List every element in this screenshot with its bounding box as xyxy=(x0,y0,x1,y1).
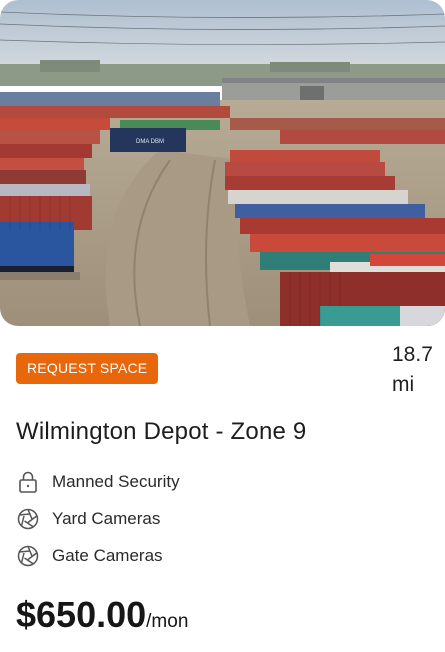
price: $650.00/mon xyxy=(16,594,188,636)
request-space-button[interactable]: REQUEST SPACE xyxy=(16,353,159,384)
feature-label: Manned Security xyxy=(52,471,180,491)
distance-unit: mi xyxy=(392,373,415,396)
depot-photo: DMA DBM xyxy=(0,0,445,326)
camera-aperture-icon xyxy=(16,544,40,568)
price-amount: $650.00 xyxy=(16,594,147,635)
feature-item-yard-cameras: Yard Cameras xyxy=(16,500,180,537)
lock-icon xyxy=(16,470,40,494)
feature-label: Gate Cameras xyxy=(52,545,163,565)
distance: 18.7 mi xyxy=(392,340,440,400)
feature-item-manned-security: Manned Security xyxy=(16,463,180,500)
feature-label: Yard Cameras xyxy=(52,508,161,528)
camera-aperture-icon xyxy=(16,507,40,531)
feature-list: Manned Security Yard Cameras Gate Camera… xyxy=(16,463,180,574)
distance-value: 18.7 xyxy=(392,343,433,366)
listing-title: Wilmington Depot - Zone 9 xyxy=(16,418,307,445)
feature-item-gate-cameras: Gate Cameras xyxy=(16,537,180,574)
trailer-text: DMA DBM xyxy=(136,139,164,145)
listing-card[interactable]: DMA DBM REQUEST SPACE 18.7 mi Wilmington… xyxy=(0,0,445,652)
price-unit: /mon xyxy=(146,611,189,632)
